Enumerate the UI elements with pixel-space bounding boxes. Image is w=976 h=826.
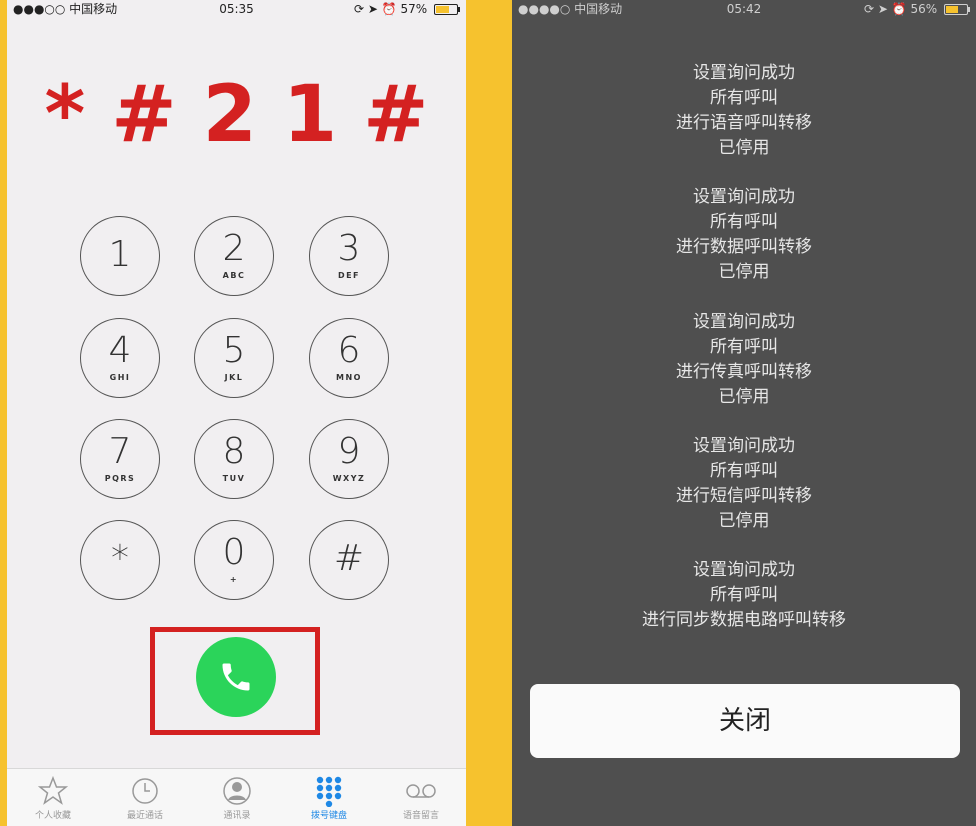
location-icon: ➤ bbox=[877, 2, 888, 16]
rotation-lock-icon: ⟳ bbox=[863, 2, 874, 16]
key-letters: TUV bbox=[222, 474, 246, 483]
key-letters: MNO bbox=[336, 373, 362, 382]
dialer-screen: ●●●○○ 中国移动 05:35 ⟳ ➤ ⏰ 57% *#21# 1 2 ABC 3 D… bbox=[7, 0, 466, 826]
contact-icon bbox=[191, 775, 283, 807]
clock-icon bbox=[99, 775, 191, 807]
message-line: 已停用 bbox=[718, 511, 770, 531]
key-digit: 2 bbox=[222, 228, 246, 269]
status-bar: ●●●○○ 中国移动 05:35 ⟳ ➤ ⏰ 57% bbox=[7, 0, 466, 18]
battery-icon bbox=[434, 4, 460, 15]
key-digit: 6 bbox=[337, 330, 361, 371]
key-2[interactable]: 2 ABC bbox=[194, 216, 274, 296]
message-line: 进行短信呼叫转移 bbox=[676, 486, 812, 506]
key-digit: # bbox=[333, 538, 365, 579]
key-3[interactable]: 3 DEF bbox=[309, 216, 389, 296]
message-line: 已停用 bbox=[718, 262, 770, 282]
tab-label: 最近通话 bbox=[126, 811, 163, 821]
tab-voicemail[interactable]: 语音留言 bbox=[375, 769, 466, 826]
message-line: 进行传真呼叫转移 bbox=[676, 362, 812, 382]
message-line: 设置询问成功 bbox=[693, 312, 795, 332]
rotation-lock-icon: ⟳ bbox=[353, 2, 364, 16]
message-line: 进行同步数据电路呼叫转移 bbox=[642, 610, 846, 630]
key-hash[interactable]: # bbox=[309, 520, 389, 600]
tab-label: 拨号键盘 bbox=[310, 811, 347, 821]
key-digit: 0 bbox=[222, 532, 246, 573]
alarm-icon: ⏰ bbox=[891, 2, 907, 16]
message-line: 设置询问成功 bbox=[693, 63, 795, 83]
message-line: 所有呼叫 bbox=[710, 212, 778, 232]
status-bar: ●●●●○ 中国移动 05:42 ⟳ ➤ ⏰ 56% bbox=[512, 0, 976, 18]
message-line: 已停用 bbox=[718, 138, 770, 158]
tab-label: 通讯录 bbox=[223, 811, 251, 821]
ussd-result-screen: ●●●●○ 中国移动 05:42 ⟳ ➤ ⏰ 56% 设置询问成功 所有呼叫进行语… bbox=[512, 0, 976, 826]
key-8[interactable]: 8 TUV bbox=[194, 419, 274, 499]
status-right: ⟳ ➤ ⏰ 57% bbox=[353, 0, 460, 18]
message-line: 所有呼叫 bbox=[710, 461, 778, 481]
key-digit: 4 bbox=[108, 330, 132, 371]
key-letters: JKL bbox=[224, 373, 244, 382]
key-digit: 5 bbox=[222, 330, 246, 371]
key-digit: * bbox=[111, 538, 129, 579]
message-line: 设置询问成功 bbox=[693, 436, 795, 456]
key-5[interactable]: 5 JKL bbox=[194, 318, 274, 398]
message-block: 设置询问成功 所有呼叫进行短信呼叫转移 已停用 bbox=[512, 434, 976, 534]
voicemail-icon bbox=[375, 775, 466, 807]
message-line: 进行数据呼叫转移 bbox=[676, 237, 812, 257]
key-digit: 1 bbox=[108, 234, 132, 275]
alarm-icon: ⏰ bbox=[381, 2, 397, 16]
key-1[interactable]: 1 bbox=[80, 216, 160, 296]
key-letters: WXYZ bbox=[332, 474, 366, 483]
battery-percent: 56% bbox=[910, 2, 938, 16]
phone-icon bbox=[222, 663, 250, 691]
key-letters: DEF bbox=[337, 271, 361, 280]
tab-label: 个人收藏 bbox=[34, 811, 71, 821]
battery-icon bbox=[944, 4, 970, 15]
message-block: 设置询问成功 所有呼叫进行同步数据电路呼叫转移 bbox=[512, 558, 976, 633]
message-block: 设置询问成功 所有呼叫进行数据呼叫转移 已停用 bbox=[512, 185, 976, 285]
key-letters: ABC bbox=[222, 271, 246, 280]
key-9[interactable]: 9 WXYZ bbox=[309, 419, 389, 499]
message-line: 所有呼叫 bbox=[710, 88, 778, 108]
call-button[interactable] bbox=[196, 637, 276, 717]
message-line: 所有呼叫 bbox=[710, 585, 778, 605]
message-line: 设置询问成功 bbox=[693, 560, 795, 580]
star-icon bbox=[7, 775, 99, 807]
message-line: 已停用 bbox=[718, 387, 770, 407]
key-star[interactable]: * bbox=[80, 520, 160, 600]
key-letters: GHI bbox=[109, 373, 131, 382]
message-block: 设置询问成功 所有呼叫进行传真呼叫转移 已停用 bbox=[512, 310, 976, 410]
tab-recents[interactable]: 最近通话 bbox=[99, 769, 191, 826]
key-letters: PQRS bbox=[104, 474, 136, 483]
message-block: 设置询问成功 所有呼叫进行语音呼叫转移 已停用 bbox=[512, 61, 976, 161]
key-digit: 9 bbox=[337, 431, 361, 472]
tab-bar: 个人收藏 最近通话 通讯录 拨号键盘 语音留言 bbox=[7, 768, 466, 826]
status-right: ⟳ ➤ ⏰ 56% bbox=[863, 0, 970, 18]
message-line: 设置询问成功 bbox=[693, 187, 795, 207]
key-digit: 3 bbox=[337, 228, 361, 269]
key-digit: 8 bbox=[222, 431, 246, 472]
message-line: 进行语音呼叫转移 bbox=[676, 113, 812, 133]
key-4[interactable]: 4 GHI bbox=[80, 318, 160, 398]
tab-label: 语音留言 bbox=[402, 811, 439, 821]
key-0[interactable]: 0 + bbox=[194, 520, 274, 600]
keypad-icon bbox=[283, 775, 375, 808]
close-button[interactable]: 关闭 bbox=[530, 684, 960, 758]
dialed-number: *#21# bbox=[44, 70, 455, 160]
key-digit: 7 bbox=[108, 431, 132, 472]
location-icon: ➤ bbox=[367, 2, 378, 16]
battery-percent: 57% bbox=[400, 2, 428, 16]
key-letters: + bbox=[229, 575, 239, 584]
key-7[interactable]: 7 PQRS bbox=[80, 419, 160, 499]
tab-contacts[interactable]: 通讯录 bbox=[191, 769, 283, 826]
tab-keypad[interactable]: 拨号键盘 bbox=[283, 769, 375, 826]
message-line: 所有呼叫 bbox=[710, 337, 778, 357]
key-6[interactable]: 6 MNO bbox=[309, 318, 389, 398]
tab-favorites[interactable]: 个人收藏 bbox=[7, 769, 99, 826]
